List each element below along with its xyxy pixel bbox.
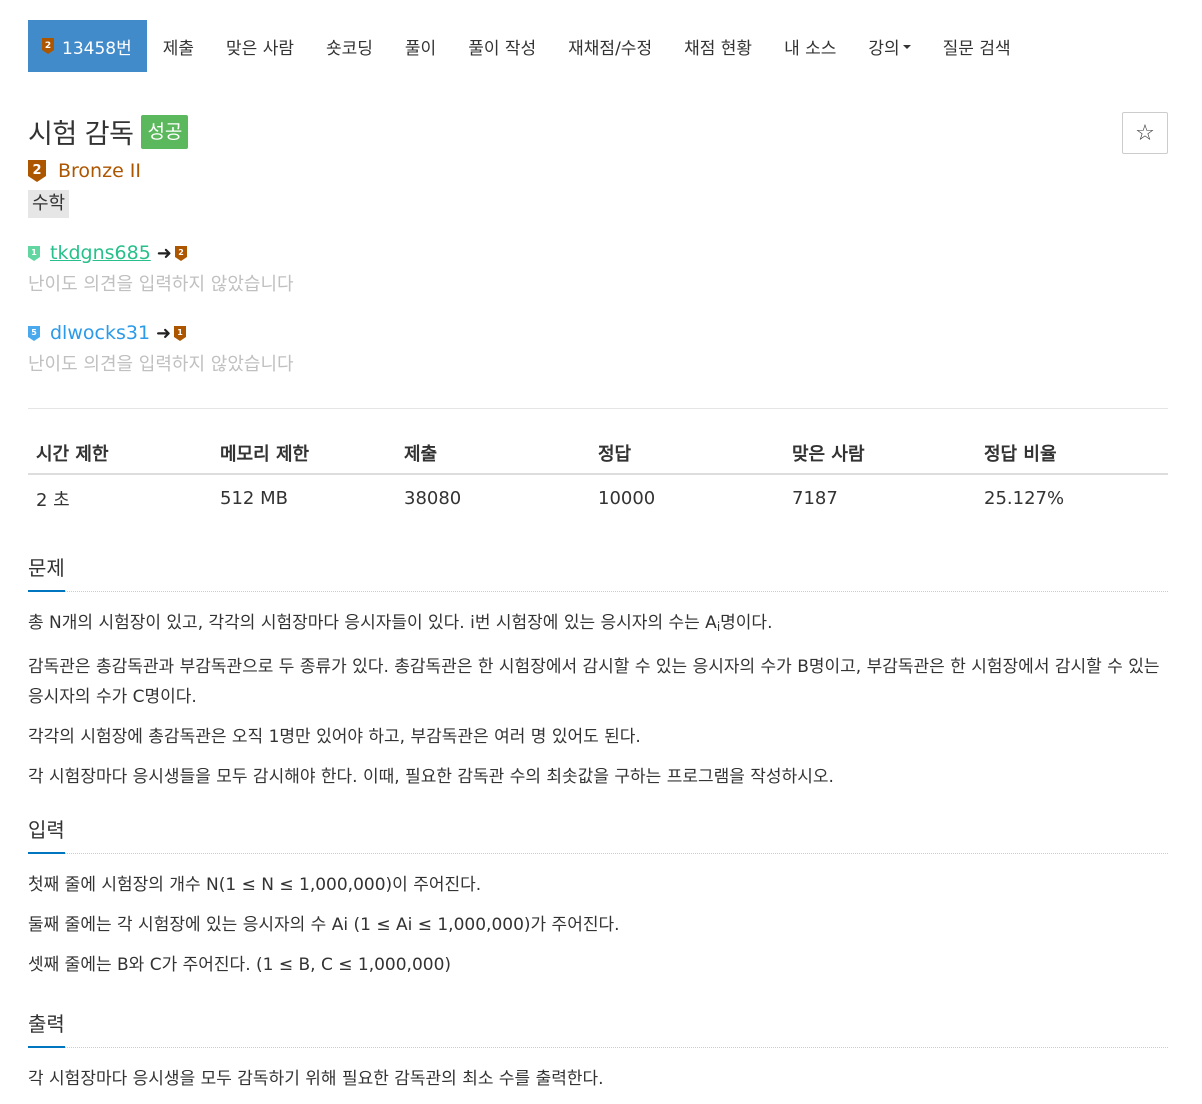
status-badge: 성공	[141, 114, 189, 149]
tier-line: 2 Bronze II	[28, 160, 141, 182]
svg-text:2: 2	[178, 248, 184, 257]
submissions-cell: 38080	[404, 488, 462, 509]
opinion-note: 난이도 의견을 입력하지 않았습니다	[28, 354, 294, 375]
description-paragraph: 각각의 시험장에 총감독관은 오직 1명만 있어야 하고, 부감독관은 여러 명…	[28, 727, 641, 747]
bronze-tier-icon: 2	[28, 160, 46, 182]
svg-text:1: 1	[177, 328, 183, 337]
problem-info-table: 시간 제한 메모리 제한 제출 정답 맞은 사람 정답 비율 2 초 512 M…	[28, 432, 1168, 522]
svg-text:1: 1	[31, 248, 37, 257]
problem-description-section: 문제 총 N개의 시험장이 있고, 각각의 시험장마다 응시자들이 있다. i번…	[28, 552, 1168, 802]
section-title: 문제	[28, 552, 1168, 592]
output-paragraph: 각 시험장마다 응시생을 모두 감독하기 위해 필요한 감독관의 최소 수를 출…	[28, 1069, 604, 1089]
column-header: 정답 비율	[976, 432, 1168, 475]
tab-label: 질문 검색	[942, 38, 1011, 59]
tab-label: 강의	[868, 38, 900, 59]
arrow-right-icon: ➜	[156, 322, 172, 344]
tab-problem-number[interactable]: 2 13458번	[28, 20, 147, 72]
problem-title-row: 시험 감독 성공	[28, 112, 189, 151]
tier-5-icon: 5	[28, 325, 40, 341]
difficulty-opinion: 5 dlwocks31 ➜ 1 난이도 의견을 입력하지 않았습니다	[28, 320, 294, 376]
problem-output-section: 출력 각 시험장마다 응시생을 모두 감독하기 위해 필요한 감독관의 최소 수…	[28, 1008, 1168, 1104]
tab-label: 풀이	[404, 38, 437, 59]
table-header-row: 시간 제한 메모리 제한 제출 정답 맞은 사람 정답 비율	[28, 432, 1168, 475]
page-title: 시험 감독	[28, 119, 134, 150]
tab-label: 재채점/수정	[568, 38, 653, 59]
tier-name[interactable]: Bronze II	[58, 160, 141, 182]
arrow-right-icon: ➜	[156, 242, 172, 264]
input-paragraph: 첫째 줄에 시험장의 개수 N(1 ≤ N ≤ 1,000,000)이 주어진다…	[28, 875, 482, 895]
table-row: 2 초 512 MB 38080 10000 7187 25.127%	[28, 474, 1168, 522]
star-icon: ☆	[1135, 120, 1155, 146]
column-header: 메모리 제한	[212, 432, 396, 475]
column-header: 제출	[396, 432, 590, 475]
tab-label: 풀이 작성	[468, 38, 537, 59]
problem-input-section: 입력 첫째 줄에 시험장의 개수 N(1 ≤ N ≤ 1,000,000)이 주…	[28, 814, 1168, 990]
description-paragraph: 감독관은 총감독관과 부감독관으로 두 종류가 있다. 총감독관은 한 시험장에…	[28, 657, 1160, 707]
silver-tier-icon: 1	[28, 245, 40, 261]
description-paragraph: 각 시험장마다 응시생들을 모두 감시해야 한다. 이때, 필요한 감독관 수의…	[28, 767, 834, 787]
memory-limit-cell: 512 MB	[220, 488, 288, 509]
tab-label: 제출	[162, 38, 195, 59]
opinion-user-link[interactable]: tkdgns685	[50, 242, 151, 264]
svg-text:5: 5	[31, 328, 37, 337]
problem-description: 총 N개의 시험장이 있고, 각각의 시험장마다 응시자들이 있다. i번 시험…	[28, 608, 1168, 792]
bronze-tier-icon: 2	[174, 245, 187, 261]
tab-solved-users[interactable]: 맞은 사람	[210, 20, 310, 72]
column-header: 정답	[590, 432, 784, 475]
tab-label: 숏코딩	[325, 38, 373, 59]
solved-users-cell: 7187	[792, 488, 838, 509]
tab-status[interactable]: 채점 현황	[668, 20, 768, 72]
svg-text:2: 2	[32, 163, 41, 178]
accept-ratio-cell: 25.127%	[984, 488, 1065, 509]
tab-lectures-dropdown[interactable]: 강의	[852, 20, 926, 72]
section-title: 입력	[28, 814, 1168, 854]
section-title: 출력	[28, 1008, 1168, 1048]
problem-output: 각 시험장마다 응시생을 모두 감독하기 위해 필요한 감독관의 최소 수를 출…	[28, 1064, 1168, 1094]
tab-short-coding[interactable]: 숏코딩	[310, 20, 389, 72]
tab-my-source[interactable]: 내 소스	[768, 20, 852, 72]
star-favorite-button[interactable]: ☆	[1122, 112, 1168, 154]
input-paragraph: 셋째 줄에는 B와 C가 주어진다. (1 ≤ B, C ≤ 1,000,000…	[28, 955, 452, 975]
bronze-tier-icon: 1	[174, 325, 187, 341]
input-paragraph: 둘째 줄에는 각 시험장에 있는 응시자의 수 Ai (1 ≤ Ai ≤ 1,0…	[28, 915, 620, 935]
problem-input: 첫째 줄에 시험장의 개수 N(1 ≤ N ≤ 1,000,000)이 주어진다…	[28, 870, 1168, 980]
time-limit-cell: 2 초	[36, 489, 70, 511]
column-header: 맞은 사람	[784, 432, 976, 475]
tab-label: 채점 현황	[684, 38, 753, 59]
bronze-tier-icon: 2	[42, 38, 54, 54]
algorithm-tag[interactable]: 수학	[28, 190, 70, 218]
opinion-note: 난이도 의견을 입력하지 않았습니다	[28, 274, 294, 295]
accepted-cell: 10000	[598, 488, 656, 509]
tab-rejudge[interactable]: 재채점/수정	[552, 20, 668, 72]
difficulty-opinion: 1 tkdgns685 ➜ 2 난이도 의견을 입력하지 않았습니다	[28, 240, 294, 296]
tab-submit[interactable]: 제출	[147, 20, 210, 72]
opinion-user-link[interactable]: dlwocks31	[50, 322, 150, 344]
svg-text:2: 2	[45, 41, 51, 51]
tab-question-search[interactable]: 질문 검색	[927, 20, 1027, 72]
caret-down-icon	[902, 45, 911, 49]
tab-label: 내 소스	[784, 38, 837, 59]
tab-label: 맞은 사람	[226, 38, 294, 59]
tab-label: 13458번	[62, 38, 132, 59]
description-paragraph: 총 N개의 시험장이 있고, 각각의 시험장마다 응시자들이 있다. i번 시험…	[28, 613, 773, 634]
problem-menu-tabs: 2 13458번 제출 맞은 사람 숏코딩 풀이 풀이 작성 재채점/수정 채점…	[28, 20, 1027, 72]
column-header: 시간 제한	[28, 432, 212, 475]
divider	[28, 408, 1168, 409]
tab-solutions[interactable]: 풀이	[389, 20, 452, 72]
tab-write-solution[interactable]: 풀이 작성	[452, 20, 552, 72]
